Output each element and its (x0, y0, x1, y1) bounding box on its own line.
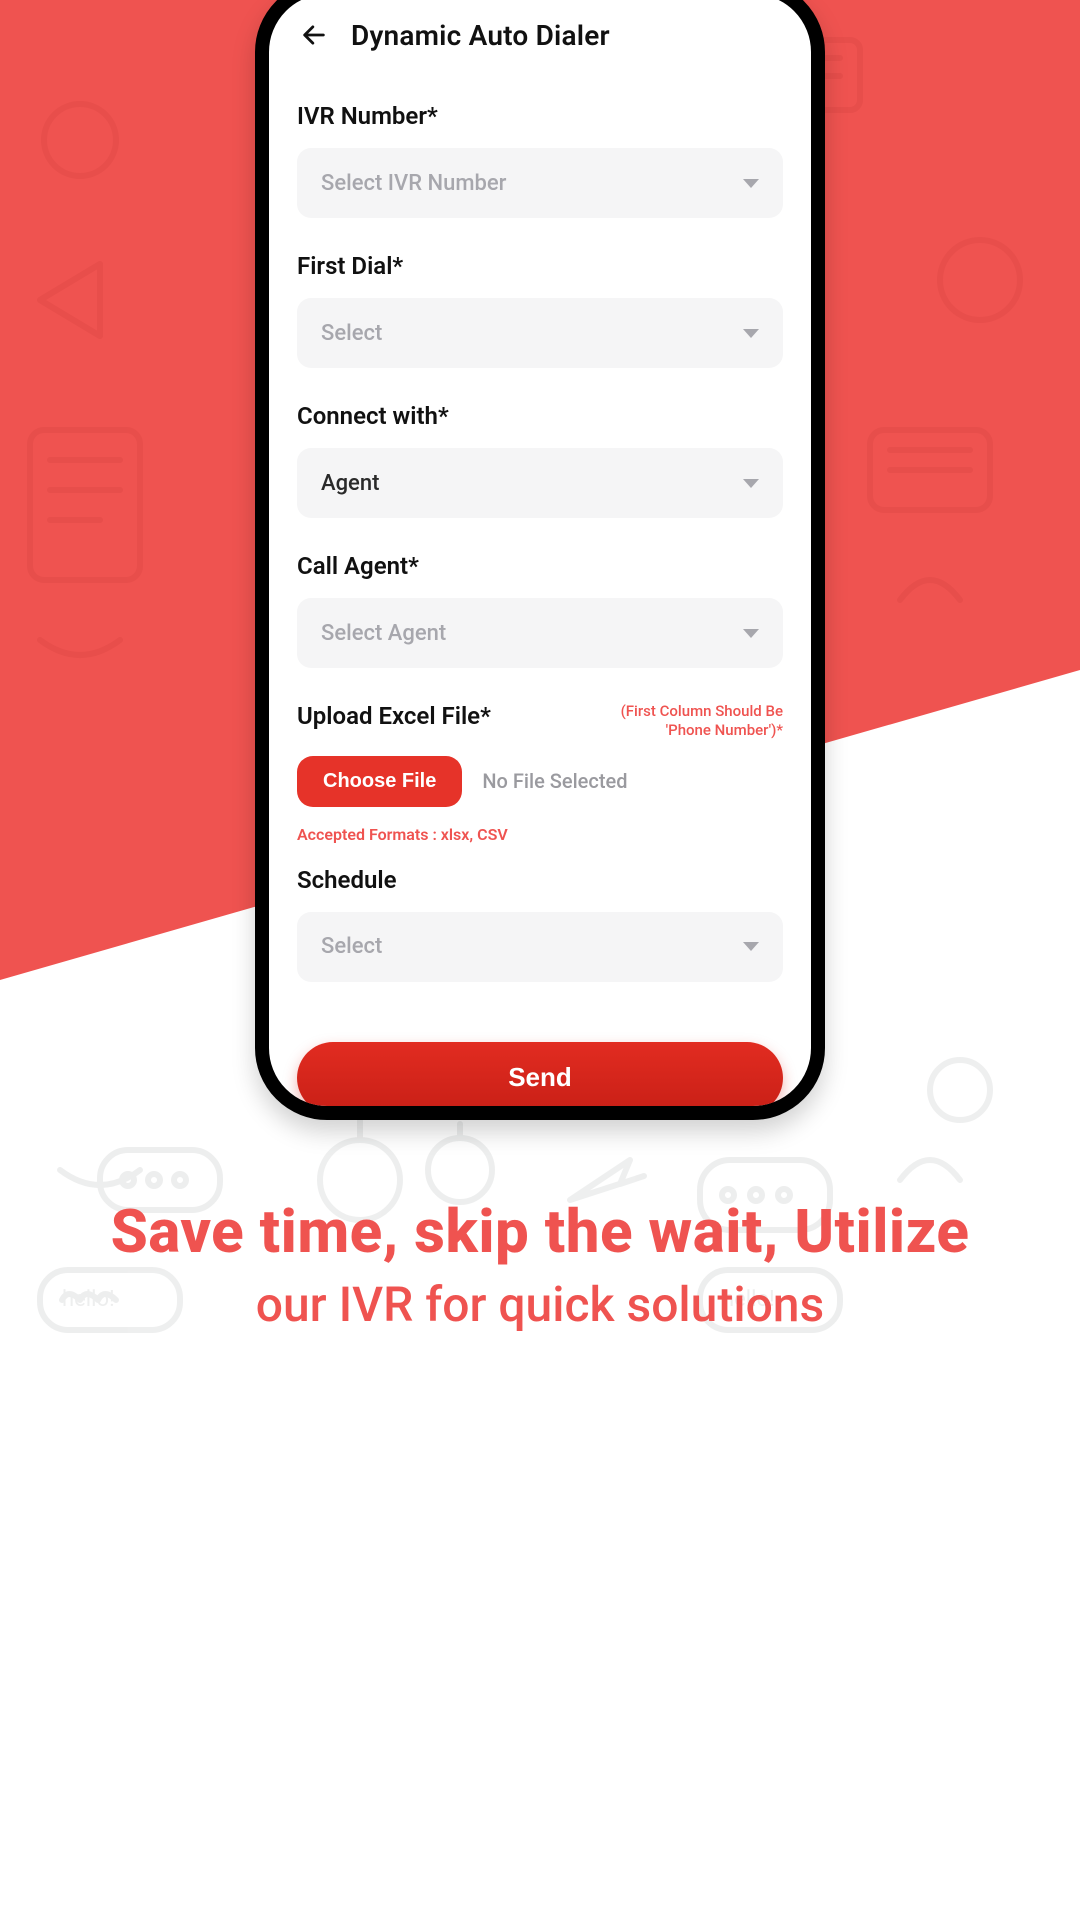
upload-hint: (First Column Should Be 'Phone Number')* (573, 702, 783, 740)
accepted-formats: Accepted Formats : xlsx, CSV (297, 825, 783, 844)
back-button[interactable] (297, 18, 331, 52)
select-ivr-number-text: Select IVR Number (321, 171, 506, 196)
chevron-down-icon (743, 942, 759, 951)
page-title: Dynamic Auto Dialer (351, 19, 610, 52)
caption-line2: our IVR for quick solutions (28, 1277, 1052, 1332)
chevron-down-icon (743, 629, 759, 638)
field-upload: Upload Excel File* (First Column Should … (297, 702, 783, 844)
select-ivr-number[interactable]: Select IVR Number (297, 148, 783, 218)
phone-frame: Dynamic Auto Dialer IVR Number* Select I… (255, 0, 825, 1120)
label-call-agent: Call Agent* (297, 552, 783, 580)
label-ivr-number: IVR Number* (297, 102, 783, 130)
marketing-caption: Save time, skip the wait, Utilize our IV… (0, 1200, 1080, 1332)
select-connect-with[interactable]: Agent (297, 448, 783, 518)
chevron-down-icon (743, 179, 759, 188)
field-ivr-number: IVR Number* Select IVR Number (297, 102, 783, 218)
chevron-down-icon (743, 479, 759, 488)
select-first-dial-text: Select (321, 321, 382, 346)
select-call-agent[interactable]: Select Agent (297, 598, 783, 668)
field-connect-with: Connect with* Agent (297, 402, 783, 518)
label-connect-with: Connect with* (297, 402, 783, 430)
select-call-agent-text: Select Agent (321, 621, 446, 646)
file-status: No File Selected (482, 769, 627, 793)
field-call-agent: Call Agent* Select Agent (297, 552, 783, 668)
select-schedule[interactable]: Select (297, 912, 783, 982)
label-schedule: Schedule (297, 866, 783, 894)
send-button[interactable]: Send (297, 1042, 783, 1107)
caption-line1: Save time, skip the wait, Utilize (28, 1200, 1052, 1265)
select-schedule-text: Select (321, 934, 382, 959)
arrow-left-icon (300, 21, 328, 49)
choose-file-button[interactable]: Choose File (297, 756, 462, 807)
app-screen: Dynamic Auto Dialer IVR Number* Select I… (269, 0, 811, 1106)
field-schedule: Schedule Select (297, 866, 783, 982)
dialer-form: IVR Number* Select IVR Number First Dial… (297, 70, 783, 1106)
label-upload: Upload Excel File* (297, 702, 491, 730)
chevron-down-icon (743, 329, 759, 338)
field-first-dial: First Dial* Select (297, 252, 783, 368)
app-header: Dynamic Auto Dialer (297, 14, 783, 70)
select-first-dial[interactable]: Select (297, 298, 783, 368)
select-connect-with-text: Agent (321, 471, 379, 496)
label-first-dial: First Dial* (297, 252, 783, 280)
